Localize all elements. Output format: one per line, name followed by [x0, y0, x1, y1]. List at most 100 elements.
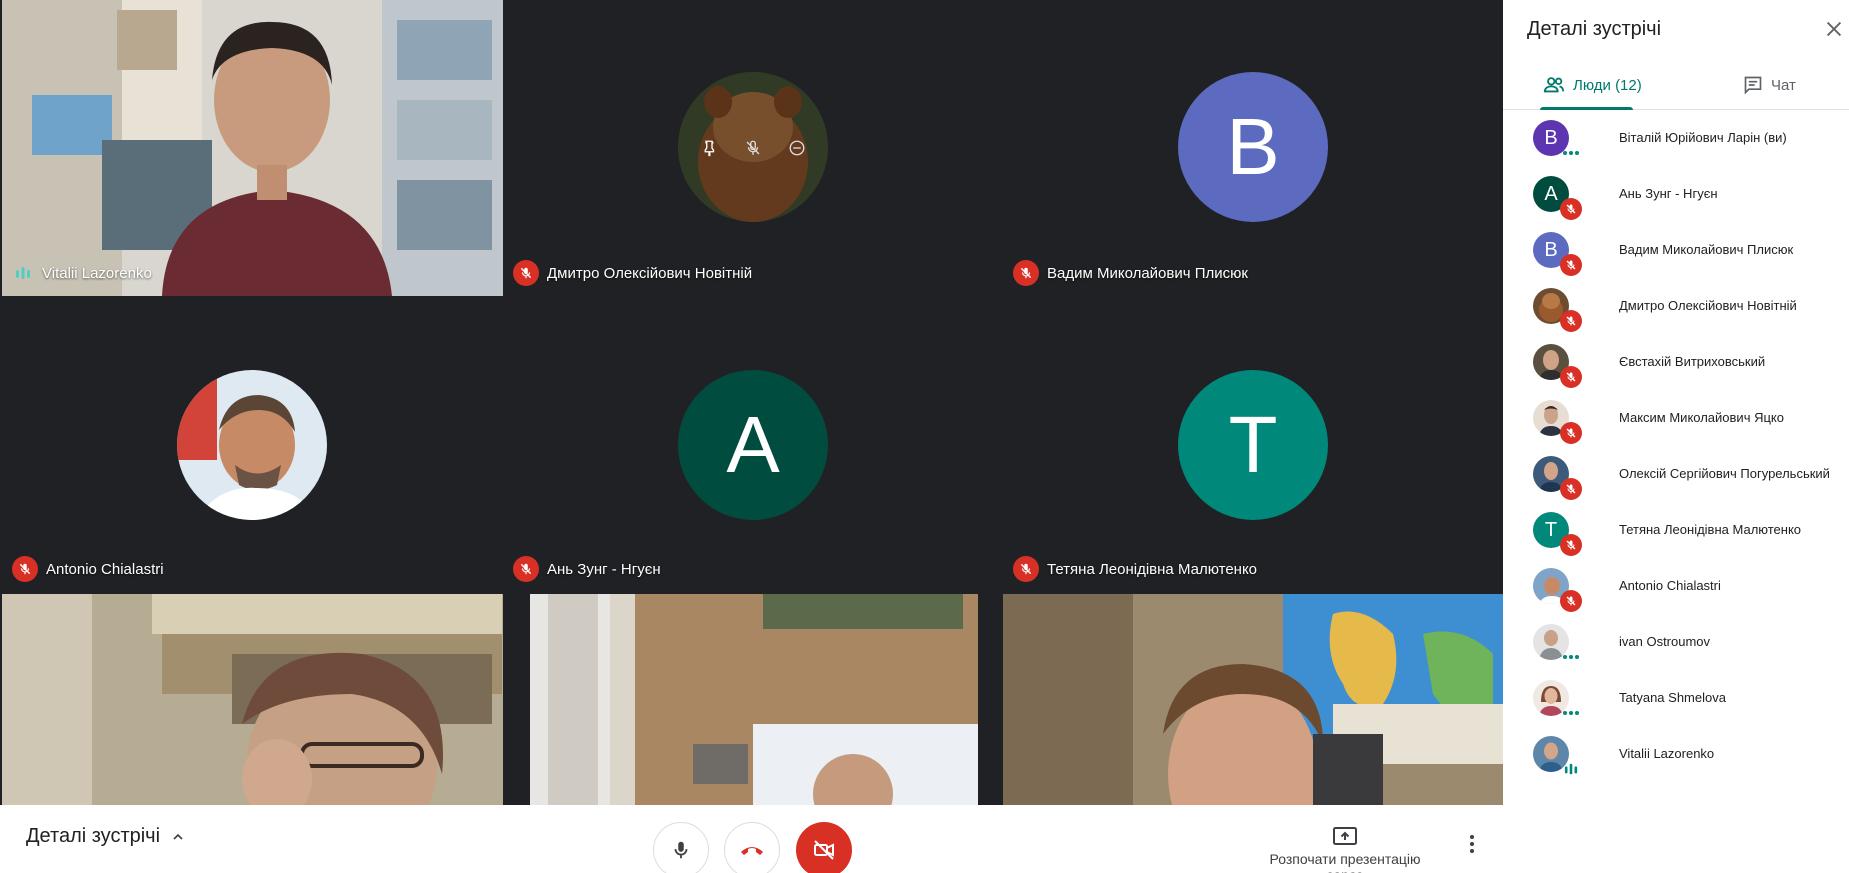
mic-off-icon	[1560, 478, 1582, 500]
list-item[interactable]: Т Тетяна Леонідівна Малютенко	[1503, 504, 1849, 560]
pin-icon[interactable]	[696, 135, 722, 161]
list-item[interactable]: Євстахій Витриховський	[1503, 336, 1849, 392]
tile-name: Дмитро Олексійович Новітній	[513, 260, 752, 286]
chat-icon	[1744, 76, 1762, 95]
participant-avatar: В	[1178, 72, 1328, 222]
list-item[interactable]: Дмитро Олексійович Новітній	[1503, 280, 1849, 336]
microphone-icon	[674, 841, 688, 859]
person-name: Вадим Миколайович Плисюк	[1619, 242, 1794, 257]
participant-name: Ань Зунг - Нгуєн	[547, 560, 661, 578]
person-name: Тетяна Леонідівна Малютенко	[1619, 522, 1802, 537]
remove-participant-icon[interactable]	[784, 135, 810, 161]
meeting-details-panel: Деталі зустрічі Люди (12) Чат В Віталій …	[1503, 0, 1849, 873]
call-controls-bar: Деталі зустрічі Розпочати презентацію за…	[0, 805, 1503, 873]
tile-name: Тетяна Леонідівна Малютенко	[1013, 556, 1257, 582]
tile-name: Antonio Chialastri	[12, 556, 164, 582]
video-tile[interactable]: В Вадим Миколайович Плисюк	[1003, 0, 1503, 296]
mic-off-icon	[513, 556, 539, 582]
participant-name: Вадим Миколайович Плисюк	[1047, 264, 1248, 282]
video-tile[interactable]: А Ань Зунг - Нгуєн	[503, 296, 1003, 592]
participant-avatar: А	[678, 370, 828, 520]
video-tile[interactable]: Vitalii Lazorenko	[2, 0, 503, 296]
meeting-details-label: Деталі зустрічі	[26, 825, 161, 847]
present-now-button[interactable]: Розпочати презентацію зараз	[1250, 827, 1440, 873]
mic-off-icon	[1560, 254, 1582, 276]
present-now-label: Розпочати презентацію зараз	[1269, 851, 1421, 873]
person-name: Antonio Chialastri	[1619, 578, 1721, 593]
person-name: ivan Ostroumov	[1619, 634, 1711, 649]
people-icon	[1543, 77, 1565, 93]
video-tile[interactable]	[1003, 594, 1503, 805]
active-indicator-icon	[1560, 702, 1582, 724]
active-tab-indicator	[1540, 107, 1633, 110]
list-item[interactable]: В Вадим Миколайович Плисюк	[1503, 224, 1849, 280]
participant-name: Дмитро Олексійович Новітній	[547, 264, 753, 282]
meeting-details-toggle[interactable]: Деталі зустрічі	[26, 825, 186, 848]
panel-title: Деталі зустрічі	[1527, 18, 1662, 40]
video-tile[interactable]: Antonio Chialastri	[2, 296, 503, 592]
camera-feed	[1003, 594, 1503, 805]
tab-chat[interactable]: Чат	[1743, 60, 1796, 110]
active-indicator-icon	[1560, 142, 1582, 164]
video-tile[interactable]: Дмитро Олексійович Новітній	[503, 0, 1003, 296]
camera-feed	[2, 594, 503, 805]
chevron-up-icon	[173, 833, 183, 840]
tab-chat-label: Чат	[1771, 76, 1796, 94]
person-name: Віталій Юрійович Ларін (ви)	[1619, 130, 1787, 145]
close-icon[interactable]	[1823, 18, 1845, 40]
participant-photo	[177, 370, 327, 520]
tile-name: Vitalii Lazorenko	[12, 260, 152, 286]
mic-off-icon	[1013, 556, 1039, 582]
present-screen-icon	[1333, 827, 1357, 845]
video-grid: Vitalii Lazorenko Дмитро Олексійович Нов…	[0, 0, 1503, 805]
participant-name: Vitalii Lazorenko	[42, 264, 152, 282]
mic-off-icon	[1560, 198, 1582, 220]
microphone-button[interactable]	[653, 822, 709, 873]
camera-off-icon	[814, 840, 834, 860]
list-item[interactable]: Tatyana Shmelova	[1503, 672, 1849, 728]
person-name: Євстахій Витриховський	[1619, 354, 1766, 369]
mic-off-icon	[1560, 534, 1582, 556]
list-item[interactable]: Олексій Сергійович Погурельський	[1503, 448, 1849, 504]
list-item[interactable]: Antonio Chialastri	[1503, 560, 1849, 616]
participant-name: Antonio Chialastri	[46, 560, 164, 578]
person-name: Ань Зунг - Нгуєн	[1619, 186, 1718, 201]
mic-off-icon	[1560, 422, 1582, 444]
list-item[interactable]: Максим Миколайович Яцко	[1503, 392, 1849, 448]
mic-off-icon	[1560, 310, 1582, 332]
video-tile[interactable]	[2, 594, 503, 805]
mic-off-icon	[1560, 590, 1582, 612]
person-name: Максим Миколайович Яцко	[1619, 410, 1784, 425]
list-item[interactable]: А Ань Зунг - Нгуєн	[1503, 168, 1849, 224]
mic-off-icon	[12, 556, 38, 582]
tile-name: Ань Зунг - Нгуєн	[513, 556, 661, 582]
people-list: В Віталій Юрійович Ларін (ви) А Ань Зунг…	[1503, 112, 1849, 784]
tile-hover-controls	[503, 135, 1003, 161]
list-item[interactable]: Vitalii Lazorenko	[1503, 728, 1849, 784]
video-tile[interactable]: Т Тетяна Леонідівна Малютенко	[1003, 296, 1503, 592]
video-tile[interactable]	[503, 594, 1003, 805]
leave-call-button[interactable]	[724, 822, 780, 873]
hang-up-icon	[741, 847, 763, 855]
person-name: Tatyana Shmelova	[1619, 690, 1726, 705]
mic-off-icon	[513, 260, 539, 286]
person-name: Дмитро Олексійович Новітній	[1619, 298, 1797, 313]
person-name: Олексій Сергійович Погурельський	[1619, 466, 1830, 481]
panel-tabs: Люди (12) Чат	[1503, 60, 1849, 110]
mute-participant-icon[interactable]	[740, 135, 766, 161]
more-options-icon[interactable]	[1462, 829, 1482, 859]
tile-name: Вадим Миколайович Плисюк	[1013, 260, 1248, 286]
participant-name: Тетяна Леонідівна Малютенко	[1047, 560, 1258, 578]
participant-avatar: Т	[1178, 370, 1328, 520]
tab-people[interactable]: Люди (12)	[1543, 60, 1642, 110]
mic-off-icon	[1013, 260, 1039, 286]
tab-people-label: Люди (12)	[1573, 76, 1642, 94]
list-item[interactable]: ivan Ostroumov	[1503, 616, 1849, 672]
speaking-indicator-icon	[1560, 758, 1582, 780]
camera-feed	[2, 0, 503, 296]
speaking-indicator-icon	[12, 260, 34, 286]
list-item[interactable]: В Віталій Юрійович Ларін (ви)	[1503, 112, 1849, 168]
active-indicator-icon	[1560, 646, 1582, 668]
camera-button[interactable]	[796, 822, 852, 873]
mic-off-icon	[1560, 366, 1582, 388]
